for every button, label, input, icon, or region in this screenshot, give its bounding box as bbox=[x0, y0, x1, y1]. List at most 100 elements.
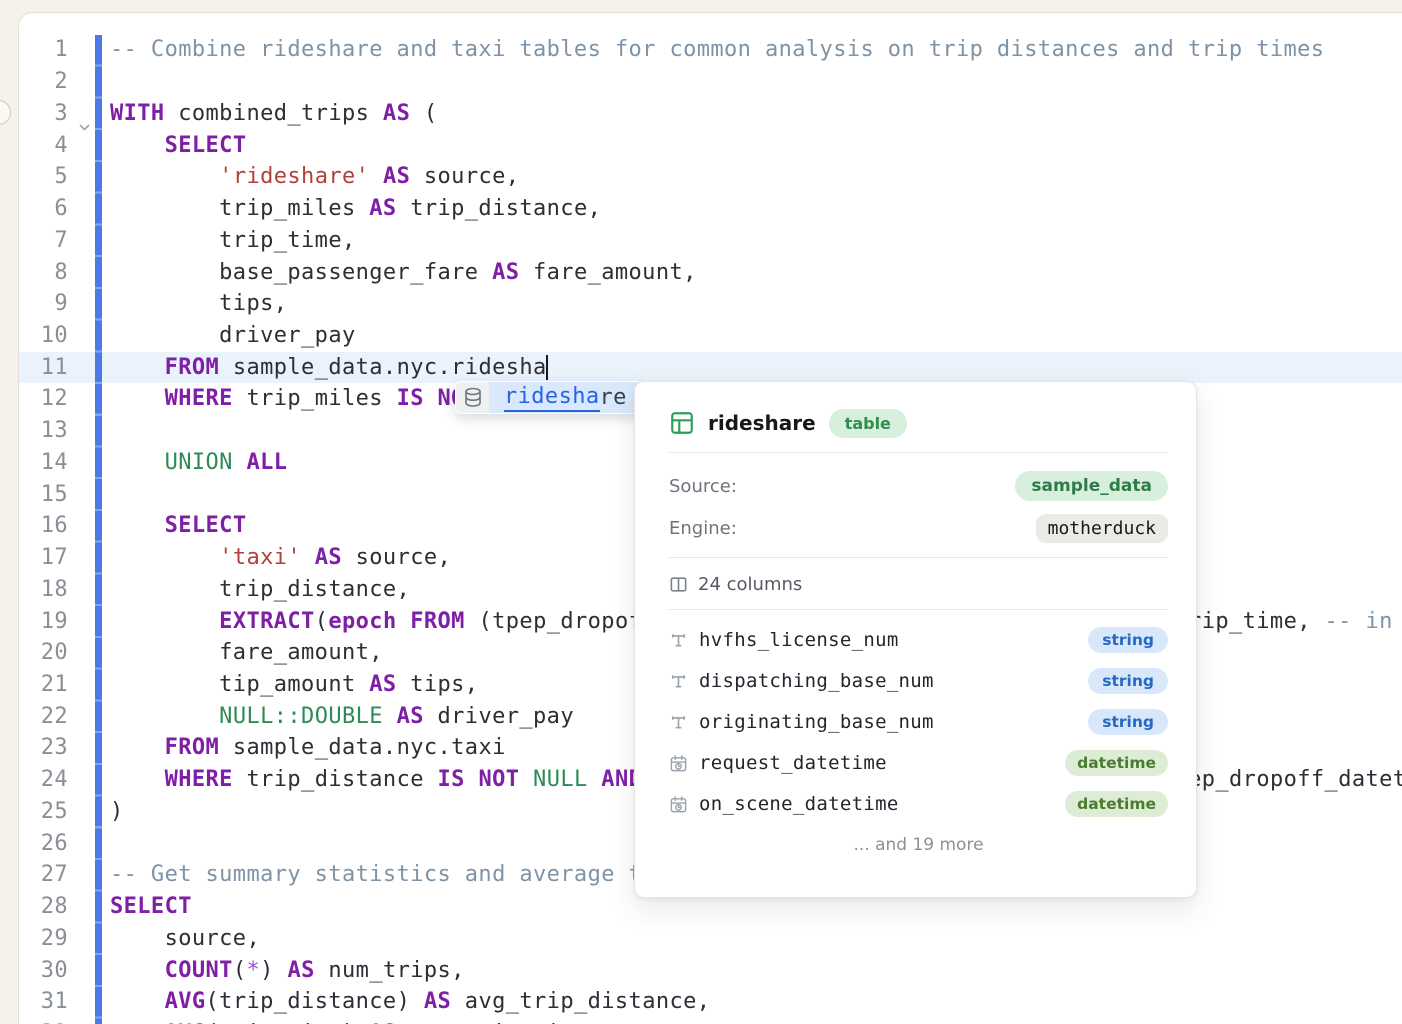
code-line-31[interactable]: 31 AVG(trip_distance) AS avg_trip_distan… bbox=[0, 986, 1402, 1018]
line-number: 5 bbox=[18, 161, 68, 193]
column-name: request_datetime bbox=[699, 752, 1065, 774]
column-row: originating_base_numstring bbox=[669, 707, 1168, 737]
engine-label: Engine: bbox=[669, 518, 737, 539]
column-name: originating_base_num bbox=[699, 711, 1088, 733]
code-text: SELECT bbox=[110, 510, 246, 542]
code-line-30[interactable]: 30 COUNT(*) AS num_trips, bbox=[0, 955, 1402, 987]
code-line-6[interactable]: 6 trip_miles AS trip_distance, bbox=[0, 193, 1402, 225]
table-info-tooltip: rideshare table Source: sample_data Engi… bbox=[634, 381, 1197, 898]
code-text: tip_amount AS tips, bbox=[110, 669, 478, 701]
line-number: 12 bbox=[18, 383, 68, 415]
column-name: hvfhs_license_num bbox=[699, 629, 1088, 651]
code-line-2[interactable]: 2 bbox=[0, 66, 1402, 98]
code-line-8[interactable]: 8 base_passenger_fare AS fare_amount, bbox=[0, 257, 1402, 289]
code-text: NULL::DOUBLE AS driver_pay bbox=[110, 701, 574, 733]
modified-lines-gutter-bar bbox=[95, 35, 102, 1024]
line-number: 9 bbox=[18, 288, 68, 320]
line-number: 22 bbox=[18, 701, 68, 733]
line-number: 11 bbox=[18, 352, 68, 384]
line-number: 32 bbox=[18, 1018, 68, 1024]
code-text: source, bbox=[110, 923, 260, 955]
column-row: hvfhs_license_numstring bbox=[669, 625, 1168, 655]
code-line-9[interactable]: 9 tips, bbox=[0, 288, 1402, 320]
column-type-badge: datetime bbox=[1065, 791, 1168, 817]
text-caret bbox=[546, 355, 548, 380]
table-type-badge: table bbox=[829, 409, 907, 438]
table-title: rideshare bbox=[708, 411, 816, 435]
line-number: 14 bbox=[18, 447, 68, 479]
code-line-3[interactable]: 3WITH combined_trips AS ( bbox=[0, 98, 1402, 130]
database-icon bbox=[456, 382, 489, 413]
columns-count-row: 24 columns bbox=[669, 572, 1168, 596]
code-line-29[interactable]: 29 source, bbox=[0, 923, 1402, 955]
more-columns-text: ... and 19 more bbox=[669, 835, 1168, 855]
code-text: FROM sample_data.nyc.ridesha bbox=[110, 352, 547, 384]
columns-count-text: 24 columns bbox=[698, 574, 802, 595]
columns-list: hvfhs_license_numstringdispatching_base_… bbox=[669, 625, 1168, 819]
engine-value-badge: motherduck bbox=[1036, 514, 1168, 543]
code-text: SELECT bbox=[110, 130, 246, 162]
code-text: tips, bbox=[110, 288, 287, 320]
line-number: 13 bbox=[18, 415, 68, 447]
line-number: 30 bbox=[18, 955, 68, 987]
line-number: 27 bbox=[18, 859, 68, 891]
line-number: 25 bbox=[18, 796, 68, 828]
source-value-badge: sample_data bbox=[1015, 471, 1168, 501]
column-row: on_scene_datetimedatetime bbox=[669, 789, 1168, 819]
code-text: COUNT(*) AS num_trips, bbox=[110, 955, 465, 987]
column-type-badge: string bbox=[1088, 627, 1168, 653]
line-number: 28 bbox=[18, 891, 68, 923]
code-text: ) bbox=[110, 796, 124, 828]
divider bbox=[669, 452, 1168, 453]
column-type-badge: datetime bbox=[1065, 750, 1168, 776]
line-number: 10 bbox=[18, 320, 68, 352]
tooltip-header: rideshare table bbox=[669, 408, 1168, 438]
line-number: 8 bbox=[18, 257, 68, 289]
code-text: AVG(trip_time) AS avg_trip_time, bbox=[110, 1018, 601, 1024]
code-text: 'rideshare' AS source, bbox=[110, 161, 519, 193]
code-line-32[interactable]: 32 AVG(trip_time) AS avg_trip_time, bbox=[0, 1018, 1402, 1024]
line-number: 29 bbox=[18, 923, 68, 955]
line-number: 2 bbox=[18, 66, 68, 98]
column-row: request_datetimedatetime bbox=[669, 748, 1168, 778]
text-type-icon bbox=[669, 713, 699, 732]
line-number: 17 bbox=[18, 542, 68, 574]
divider bbox=[669, 609, 1168, 610]
code-line-10[interactable]: 10 driver_pay bbox=[0, 320, 1402, 352]
code-text: driver_pay bbox=[110, 320, 356, 352]
column-type-badge: string bbox=[1088, 709, 1168, 735]
code-text: base_passenger_fare AS fare_amount, bbox=[110, 257, 697, 289]
table-icon bbox=[669, 410, 695, 436]
line-number: 20 bbox=[18, 637, 68, 669]
calendar-clock-type-icon bbox=[669, 795, 699, 814]
column-name: on_scene_datetime bbox=[699, 793, 1065, 815]
source-label: Source: bbox=[669, 476, 737, 497]
code-line-11[interactable]: 11 FROM sample_data.nyc.ridesha bbox=[0, 352, 1402, 384]
line-number: 1 bbox=[18, 34, 68, 66]
code-text: trip_distance, bbox=[110, 574, 410, 606]
code-text: trip_miles AS trip_distance, bbox=[110, 193, 601, 225]
autocomplete-rest-text: re bbox=[600, 385, 627, 410]
autocomplete-match-text: ridesha bbox=[504, 384, 600, 412]
line-number: 18 bbox=[18, 574, 68, 606]
sql-editor-screen: 1-- Combine rideshare and taxi tables fo… bbox=[0, 0, 1402, 1024]
code-text: 'taxi' AS source, bbox=[110, 542, 451, 574]
code-text: SELECT bbox=[110, 891, 192, 923]
code-text: fare_amount, bbox=[110, 637, 383, 669]
line-number: 6 bbox=[18, 193, 68, 225]
engine-row: Engine: motherduck bbox=[669, 513, 1168, 543]
autocomplete-item-rideshare[interactable]: rideshare bbox=[489, 382, 642, 413]
column-row: dispatching_base_numstring bbox=[669, 666, 1168, 696]
line-number: 19 bbox=[18, 606, 68, 638]
code-line-1[interactable]: 1-- Combine rideshare and taxi tables fo… bbox=[0, 34, 1402, 66]
line-number: 4 bbox=[18, 130, 68, 162]
text-type-icon bbox=[669, 672, 699, 691]
code-line-4[interactable]: 4 SELECT bbox=[0, 130, 1402, 162]
line-number: 15 bbox=[18, 479, 68, 511]
columns-icon bbox=[669, 575, 688, 594]
divider bbox=[669, 557, 1168, 558]
line-number: 21 bbox=[18, 669, 68, 701]
code-line-5[interactable]: 5 'rideshare' AS source, bbox=[0, 161, 1402, 193]
code-text: UNION ALL bbox=[110, 447, 287, 479]
code-line-7[interactable]: 7 trip_time, bbox=[0, 225, 1402, 257]
